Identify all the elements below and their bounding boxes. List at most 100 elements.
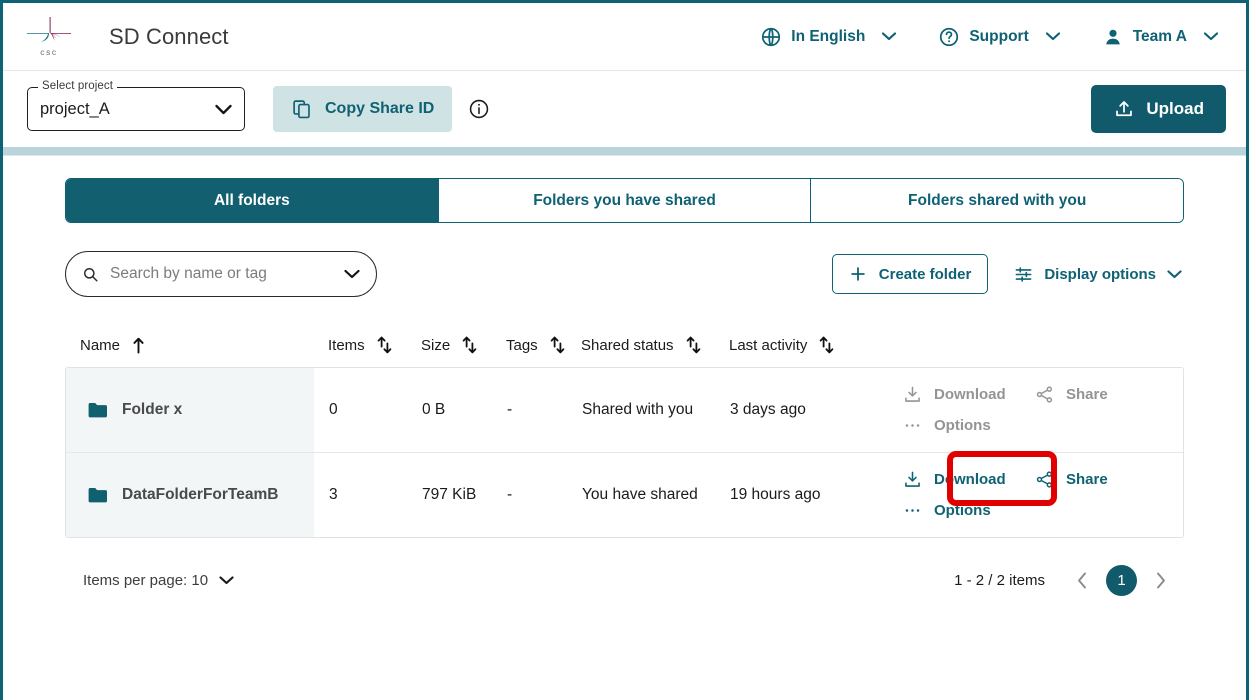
language-menu[interactable]: In English	[750, 18, 906, 56]
account-menu[interactable]: Team A	[1092, 18, 1228, 56]
table-row[interactable]: Folder x 0 0 B - Shared with you 3 days …	[66, 368, 1183, 453]
folder-tags-cell: -	[507, 486, 513, 503]
options-label: Options	[934, 417, 991, 434]
upload-label: Upload	[1146, 99, 1204, 118]
chevron-down-icon	[882, 32, 897, 41]
pagination-next-button[interactable]	[1155, 572, 1166, 589]
sort-both-icon	[550, 336, 565, 354]
column-header-items-label: Items	[328, 336, 365, 354]
column-header-last-activity[interactable]: Last activity	[729, 336, 879, 354]
tab-folders-shared-with-you[interactable]: Folders shared with you	[811, 179, 1183, 222]
column-header-shared-status-label: Shared status	[581, 336, 674, 354]
support-label: Support	[969, 27, 1029, 45]
app-header: csc SD Connect In English Support Team A	[3, 3, 1246, 71]
column-header-items[interactable]: Items	[328, 336, 421, 354]
display-options-label: Display options	[1044, 265, 1156, 283]
account-label: Team A	[1132, 27, 1187, 45]
pagination-prev-button[interactable]	[1077, 572, 1088, 589]
download-button: Download	[901, 382, 1033, 407]
tab-folders-you-have-shared-label: Folders you have shared	[533, 191, 716, 209]
folder-icon	[88, 402, 108, 419]
globe-icon	[760, 26, 782, 48]
tab-all-folders-label: All folders	[213, 191, 290, 209]
share-label: Share	[1066, 471, 1108, 488]
table-footer: Items per page: 10 1 - 2 / 2 items 1	[65, 560, 1184, 600]
row-actions: Download Share Options	[865, 368, 1183, 452]
support-menu[interactable]: Support	[928, 18, 1069, 56]
folder-tabs: All folders Folders you have shared Fold…	[65, 178, 1184, 223]
project-select[interactable]: Select project project_A	[27, 80, 245, 131]
pagination-range: 1 - 2 / 2 items	[954, 571, 1045, 589]
folder-name-label: DataFolderForTeamB	[122, 486, 279, 503]
search-input[interactable]: Search by name or tag	[65, 251, 377, 297]
column-header-tags[interactable]: Tags	[506, 336, 581, 354]
share-icon	[1035, 470, 1054, 489]
options-button: Options	[901, 413, 1033, 438]
column-header-name-label: Name	[80, 336, 121, 354]
folder-name-cell[interactable]: Folder x	[66, 368, 314, 452]
chevron-down-icon	[215, 104, 232, 115]
create-folder-button[interactable]: Create folder	[831, 254, 989, 294]
table-row[interactable]: DataFolderForTeamB 3 797 KiB - You have …	[66, 451, 1183, 537]
download-icon	[903, 470, 922, 489]
folder-items-cell: 3	[329, 486, 338, 503]
copy-share-id-label: Copy Share ID	[325, 100, 435, 117]
pagination-page-1[interactable]: 1	[1106, 564, 1137, 596]
toolbar-separator	[3, 147, 1246, 155]
search-icon	[82, 266, 99, 283]
options-button[interactable]: Options	[901, 498, 1033, 523]
folder-last-activity-cell: 19 hours ago	[730, 486, 821, 503]
chevron-down-icon	[1204, 32, 1218, 41]
search-input-placeholder: Search by name or tag	[110, 265, 267, 282]
info-circle-icon	[468, 98, 490, 120]
project-select-legend: Select project	[38, 80, 118, 92]
column-header-name[interactable]: Name	[80, 337, 328, 354]
column-header-last-activity-label: Last activity	[729, 336, 808, 354]
header-actions: In English Support Team A	[750, 18, 1246, 56]
csc-logo-icon: csc	[27, 16, 71, 57]
tab-folders-you-have-shared[interactable]: Folders you have shared	[438, 179, 812, 222]
plus-icon	[849, 265, 867, 283]
svg-text:csc: csc	[40, 47, 58, 57]
folder-name-cell[interactable]: DataFolderForTeamB	[66, 453, 314, 537]
chevron-down-icon	[219, 575, 234, 585]
share-icon	[1035, 385, 1054, 404]
share-id-info-button[interactable]	[468, 98, 490, 120]
page-title: SD Connect	[109, 23, 229, 49]
items-per-page-select[interactable]: Items per page: 10	[83, 572, 234, 589]
download-button[interactable]: Download	[901, 467, 1033, 492]
ellipsis-icon	[903, 416, 922, 435]
project-toolbar: Select project project_A Copy Share ID U…	[3, 71, 1246, 147]
csc-logo: csc	[3, 13, 95, 61]
person-icon	[1102, 26, 1124, 48]
folder-name-label: Folder x	[122, 401, 183, 418]
share-button[interactable]: Share	[1033, 467, 1155, 492]
chevron-left-icon	[1077, 572, 1088, 589]
copy-share-id-button[interactable]: Copy Share ID	[273, 86, 453, 132]
folder-shared-status-cell: You have shared	[582, 486, 698, 503]
download-icon	[903, 385, 922, 404]
app-window: csc SD Connect In English Support Team A…	[0, 0, 1249, 700]
tab-all-folders[interactable]: All folders	[66, 179, 439, 222]
column-header-size[interactable]: Size	[421, 336, 506, 354]
folder-shared-status-cell: Shared with you	[582, 401, 694, 418]
folder-icon	[88, 487, 108, 504]
column-header-size-label: Size	[421, 336, 451, 354]
sort-both-icon	[686, 336, 701, 354]
sort-both-icon	[377, 336, 392, 354]
upload-button[interactable]: Upload	[1091, 85, 1226, 133]
display-options-button[interactable]: Display options	[1014, 265, 1184, 284]
sort-asc-icon	[132, 337, 145, 354]
download-label: Download	[934, 471, 1006, 488]
table-body: Folder x 0 0 B - Shared with you 3 days …	[65, 367, 1184, 538]
chevron-down-icon[interactable]	[344, 269, 360, 279]
options-label: Options	[934, 502, 991, 519]
toolbar-separator-shadow	[3, 155, 1246, 156]
table-header-row: Name Items Size Tags Shared status Last …	[65, 323, 1184, 367]
chevron-down-icon	[1045, 32, 1060, 41]
search-and-actions-row: Search by name or tag Create folder Disp…	[65, 251, 1184, 297]
upload-icon	[1113, 98, 1135, 120]
chevron-down-icon	[1167, 269, 1182, 279]
download-label: Download	[934, 386, 1006, 403]
column-header-shared-status[interactable]: Shared status	[581, 336, 729, 354]
